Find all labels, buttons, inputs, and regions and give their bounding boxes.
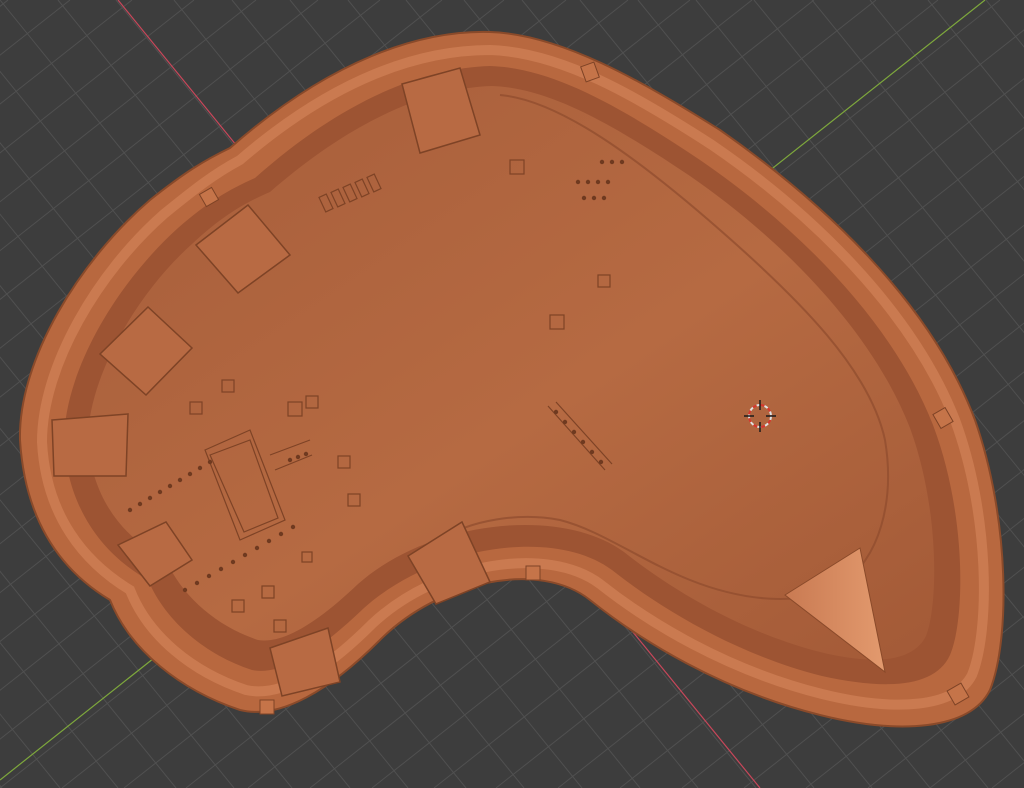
pin-hole [127, 507, 133, 513]
pin-hole [197, 465, 203, 471]
pin-hole [177, 477, 183, 483]
pin-hole [562, 419, 568, 425]
viewport-scene[interactable] [0, 0, 1024, 788]
pin-hole [230, 559, 236, 565]
pin-hole [619, 159, 625, 165]
pin-hole [598, 459, 604, 465]
pin-hole [290, 524, 296, 530]
pin-hole [147, 495, 153, 501]
pin-hole [581, 195, 587, 201]
pin-hole [601, 195, 607, 201]
pin-hole [254, 545, 260, 551]
grid-line [0, 784, 3, 788]
pin-hole [287, 457, 293, 463]
pin-hole [585, 179, 591, 185]
pin-hole [182, 587, 188, 593]
pin-hole [609, 159, 615, 165]
pin-hole [575, 179, 581, 185]
pin-hole [207, 459, 213, 465]
pin-hole [295, 454, 301, 460]
pin-hole [571, 429, 577, 435]
pin-hole [137, 501, 143, 507]
pin-hole [595, 179, 601, 185]
pin-hole [167, 483, 173, 489]
pin-hole [580, 439, 586, 445]
pin-hole [194, 580, 200, 586]
pin-hole [605, 179, 611, 185]
pin-hole [303, 451, 309, 457]
pin-hole [589, 449, 595, 455]
pin-hole [157, 489, 163, 495]
pin-hole [242, 552, 248, 558]
pin-hole [553, 409, 559, 415]
pin-hole [206, 573, 212, 579]
pin-hole [599, 159, 605, 165]
pin-hole [278, 531, 284, 537]
pin-hole [187, 471, 193, 477]
pin-hole [591, 195, 597, 201]
pin-hole [266, 538, 272, 544]
3d-viewport[interactable] [0, 0, 1024, 788]
mesh-object[interactable] [18, 30, 1005, 728]
pin-hole [218, 566, 224, 572]
